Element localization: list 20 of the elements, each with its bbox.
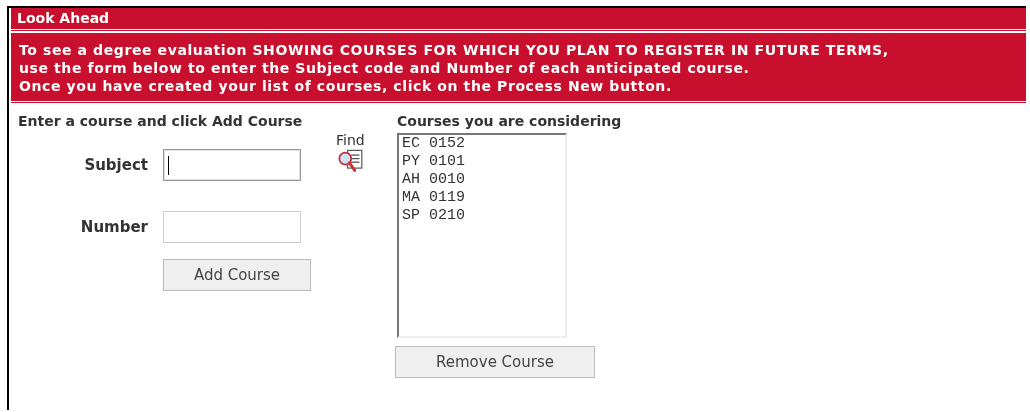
list-option[interactable]: MA 0119 bbox=[402, 189, 465, 207]
list-option[interactable]: AH 0010 bbox=[402, 171, 465, 189]
list-option[interactable]: EC 0152 bbox=[402, 135, 465, 153]
instruction-text: use the form below to enter the Subject code and Number of each anticipated course. bbox=[19, 59, 750, 77]
field-label: Subject bbox=[84, 156, 148, 174]
section-heading: Enter a course and click Add Course bbox=[18, 113, 303, 129]
input-field[interactable] bbox=[163, 211, 301, 243]
add-course-button[interactable]: Add Course bbox=[163, 259, 311, 291]
search-icon[interactable] bbox=[337, 148, 364, 174]
panel-title: Look Ahead bbox=[11, 8, 1026, 32]
field-label: Number bbox=[80, 218, 148, 236]
find-link[interactable]: Find bbox=[336, 132, 365, 148]
course-listbox[interactable]: EC 0152 PY 0101 AH 0010 MA 0119 SP 0210 bbox=[397, 133, 567, 338]
instruction-text: Once you have created your list of courses, click on the Process New button. bbox=[19, 77, 672, 95]
list-option[interactable]: PY 0101 bbox=[402, 153, 465, 171]
list-option[interactable]: SP 0210 bbox=[402, 207, 465, 225]
instruction-text: To see a degree evaluation SHOWING COURSES FOR WHICH YOU PLAN TO REGISTER IN FUTURE TERMS, bbox=[19, 41, 889, 59]
input-field[interactable] bbox=[163, 149, 301, 181]
remove-course-button[interactable]: Remove Course bbox=[395, 346, 595, 378]
section-heading: Courses you are considering bbox=[397, 113, 622, 129]
